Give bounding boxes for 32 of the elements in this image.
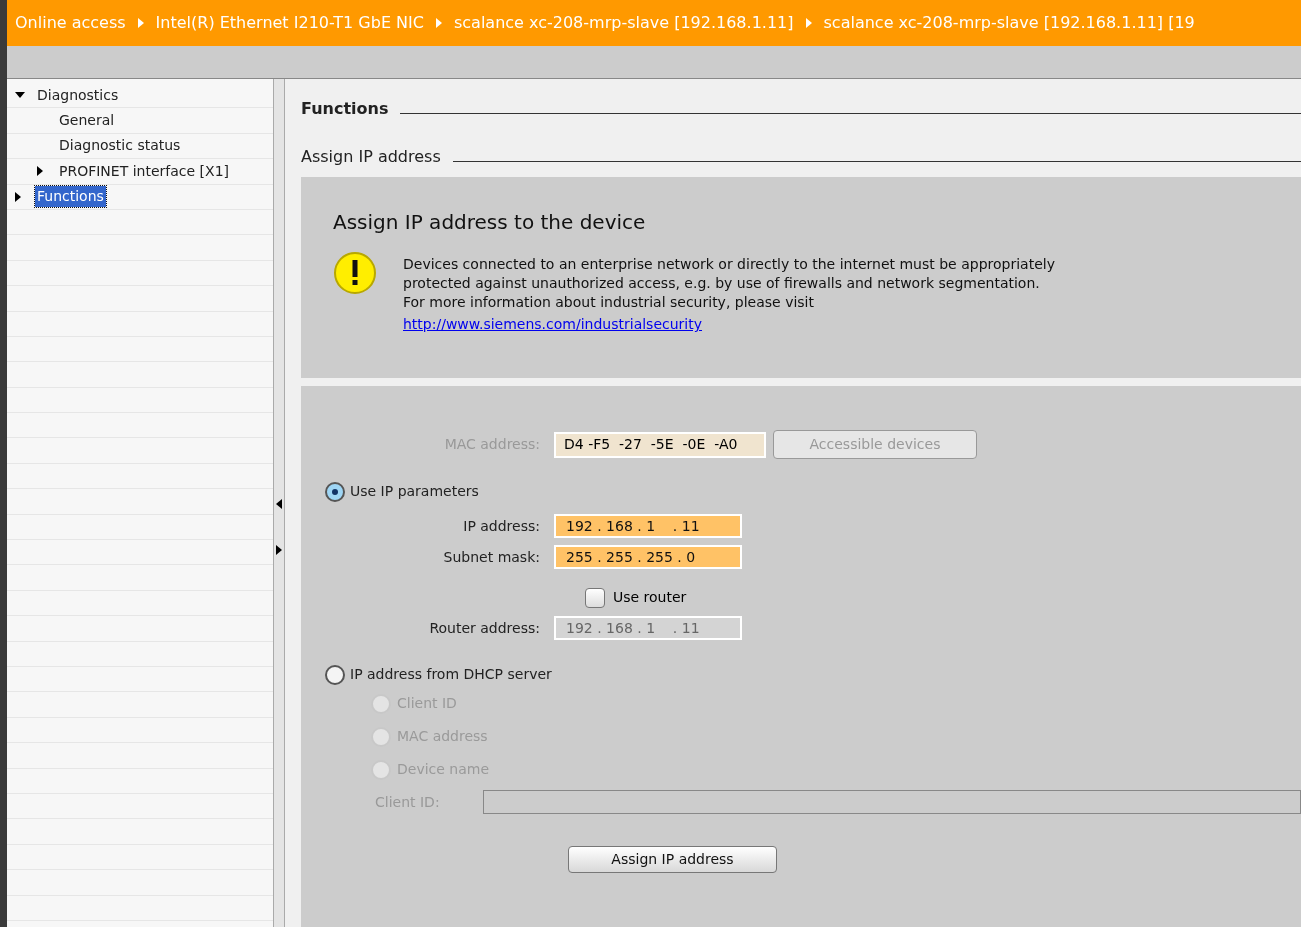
field-label: Subnet mask:	[442, 547, 541, 567]
ip-address-field[interactable]: 192 . 168 . 1 . 11	[554, 514, 742, 538]
field-label: IP address:	[462, 516, 541, 536]
separator-icon	[805, 18, 812, 28]
tree-item[interactable]: Diagnostics	[35, 84, 121, 106]
section-title: Functions	[301, 98, 389, 120]
tree-item[interactable]: PROFINET interface [X1]	[57, 160, 231, 182]
expand-right-icon[interactable]	[276, 545, 282, 555]
radio-label: IP address from DHCP server	[350, 665, 552, 684]
checkbox[interactable]	[585, 587, 605, 608]
collapse-arrow-icon[interactable]	[15, 92, 25, 99]
subsection-title: Assign IP address	[301, 146, 441, 168]
notice-title: Assign IP address to the device	[333, 209, 647, 236]
security-link[interactable]: http://www.siemens.com/industrialsecurity	[403, 315, 702, 334]
checkbox-label: Use router	[613, 588, 687, 607]
warning-icon	[333, 251, 377, 295]
assign-ip-address-button[interactable]: Assign IP address	[568, 846, 777, 873]
separator-icon	[435, 18, 442, 28]
separator-icon	[137, 18, 144, 28]
subnet-mask-field[interactable]: 255 . 255 . 255 . 0	[554, 545, 742, 569]
radio-button[interactable]	[325, 664, 345, 685]
radio-label: Use IP parameters	[350, 482, 479, 501]
notice-text: Devices connected to an enterprise network or directly to the internet must be appropriately protected against unauthorized access, e.g. by use of firewalls and network segmentation.	[403, 255, 1056, 293]
collapse-left-icon[interactable]	[276, 499, 282, 509]
expand-arrow-icon[interactable]	[15, 191, 21, 202]
radio-button[interactable]	[325, 481, 345, 502]
tree-item[interactable]: General	[57, 110, 117, 132]
expand-arrow-icon[interactable]	[37, 166, 43, 177]
notice-text: For more information about industrial security, please visit	[403, 293, 815, 312]
tree-item[interactable]: Diagnostic status	[57, 135, 183, 157]
field-label: Router address:	[428, 618, 541, 638]
tree-item[interactable]: Functions	[35, 186, 106, 208]
